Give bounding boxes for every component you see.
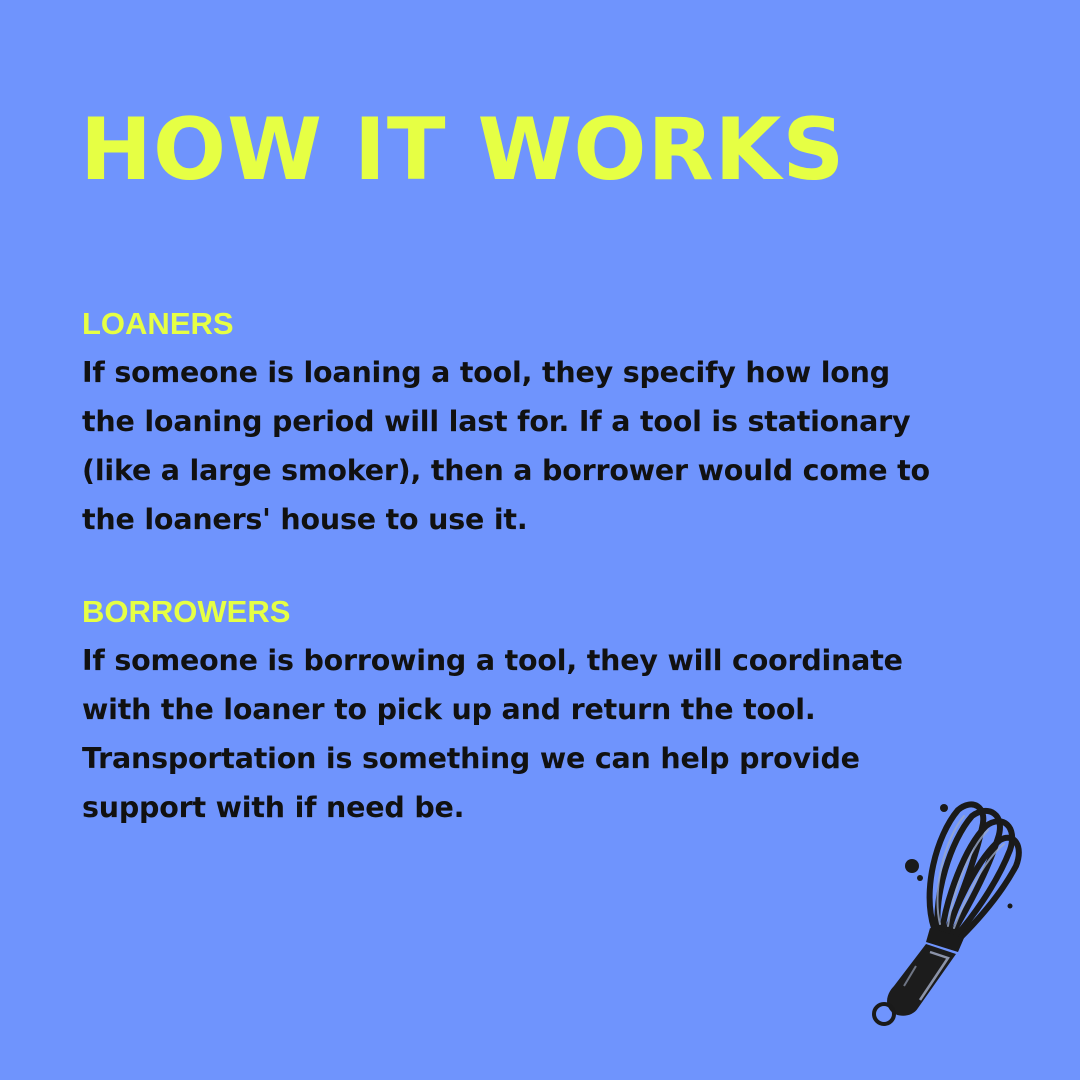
page: HOW IT WORKS LOANERS If someone is loani… xyxy=(0,0,1080,1080)
borrowers-line: If someone is borrowing a tool, they wil… xyxy=(82,644,903,677)
borrowers-line: with the loaner to pick up and return th… xyxy=(82,693,816,726)
loaners-line: the loaning period will last for. If a t… xyxy=(82,405,911,438)
ktl-logo xyxy=(872,801,1022,1026)
loaners-body: If someone is loaning a tool, they speci… xyxy=(82,348,982,544)
borrowers-section: BORROWERS If someone is borrowing a tool… xyxy=(82,588,982,832)
loaners-heading: LOANERS xyxy=(82,306,234,341)
borrowers-line: support with if need be. xyxy=(82,791,465,824)
borrowers-body: If someone is borrowing a tool, they wil… xyxy=(82,636,982,832)
loaners-line: If someone is loaning a tool, they speci… xyxy=(82,356,890,389)
loaners-section: LOANERS If someone is loaning a tool, th… xyxy=(82,300,982,544)
borrowers-heading: BORROWERS xyxy=(82,594,291,629)
loaners-line: the loaners' house to use it. xyxy=(82,503,528,536)
whisk-icon xyxy=(872,801,1022,1026)
page-title: HOW IT WORKS xyxy=(80,100,846,200)
loaners-line: (like a large smoker), then a borrower w… xyxy=(82,454,930,487)
borrowers-line: Transportation is something we can help … xyxy=(82,742,860,775)
